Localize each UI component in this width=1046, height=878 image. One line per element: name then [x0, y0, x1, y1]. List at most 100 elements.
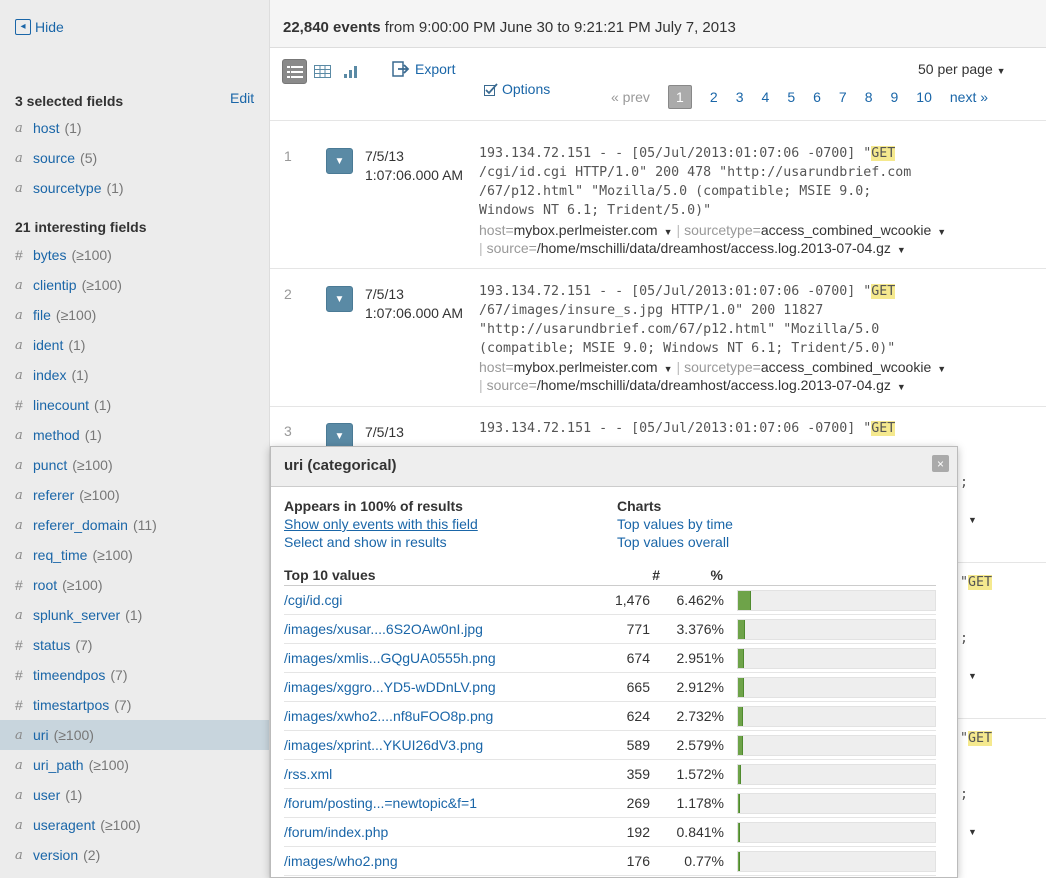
- meta-key: sourcetype=: [684, 222, 761, 238]
- field-item-sourcetype[interactable]: a sourcetype (1): [0, 173, 269, 203]
- chevron-down-icon[interactable]: ▼: [897, 245, 906, 255]
- field-item-status[interactable]: # status (7): [0, 630, 269, 660]
- field-item-bytes[interactable]: # bytes (≥100): [0, 240, 269, 270]
- field-item-ident[interactable]: a ident (1): [0, 330, 269, 360]
- interesting-fields-heading: 21 interesting fields: [15, 219, 147, 235]
- options-button[interactable]: Options: [484, 81, 550, 97]
- options-label: Options: [502, 81, 551, 97]
- value-link[interactable]: /images/xmlis...GQgUA0555h.png: [284, 650, 496, 666]
- show-only-events-link[interactable]: Show only events with this field: [284, 516, 478, 532]
- value-link[interactable]: /images/xprint...YKUI26dV3.png: [284, 737, 483, 753]
- list-view-button[interactable]: [282, 59, 307, 84]
- divider: |: [676, 222, 681, 238]
- value-link[interactable]: /images/xggro...YD5-wDDnLV.png: [284, 679, 496, 695]
- chevron-down-icon[interactable]: ▼: [937, 227, 946, 237]
- select-and-show-link[interactable]: Select and show in results: [284, 534, 447, 550]
- top-values-by-time-link[interactable]: Top values by time: [617, 516, 733, 532]
- field-item-req-time[interactable]: a req_time (≥100): [0, 540, 269, 570]
- expand-icon[interactable]: ▼: [326, 148, 353, 174]
- sourcetype-value[interactable]: access_combined_wcookie: [761, 222, 931, 238]
- source-value[interactable]: /home/mschilli/data/dreamhost/access.log…: [537, 377, 891, 393]
- source-value[interactable]: /home/mschilli/data/dreamhost/access.log…: [537, 240, 891, 256]
- value-link[interactable]: /images/who2.png: [284, 853, 398, 869]
- value-percent: 0.77%: [684, 853, 724, 869]
- host-value[interactable]: mybox.perlmeister.com: [514, 359, 658, 375]
- field-item-timestartpos[interactable]: # timestartpos (7): [0, 690, 269, 720]
- field-item-timeendpos[interactable]: # timeendpos (7): [0, 660, 269, 690]
- next-page-link[interactable]: next »: [950, 89, 988, 105]
- field-item-uri-path[interactable]: a uri_path (≥100): [0, 750, 269, 780]
- field-item-user[interactable]: a user (1): [0, 780, 269, 810]
- top-values-overall-link[interactable]: Top values overall: [617, 534, 729, 550]
- per-page-label: 50 per page: [918, 61, 993, 77]
- page-link[interactable]: 3: [736, 89, 744, 105]
- string-field-icon: a: [15, 487, 23, 503]
- page-link[interactable]: 2: [710, 89, 718, 105]
- page-link[interactable]: 10: [916, 89, 932, 105]
- highlighted-term: GET: [871, 284, 896, 299]
- field-item-referer[interactable]: a referer (≥100): [0, 480, 269, 510]
- value-link[interactable]: /rss.xml: [284, 766, 332, 782]
- page-link[interactable]: 9: [891, 89, 899, 105]
- value-row: /images/xggro...YD5-wDDnLV.png 665 2.912%: [284, 673, 936, 702]
- field-item-referer-domain[interactable]: a referer_domain (11): [0, 510, 269, 540]
- string-field-icon: a: [15, 277, 23, 293]
- chevron-down-icon: ▼: [996, 66, 1006, 76]
- field-item-useragent[interactable]: a useragent (≥100): [0, 810, 269, 840]
- chevron-down-icon[interactable]: ▼: [897, 382, 906, 392]
- sourcetype-value[interactable]: access_combined_wcookie: [761, 359, 931, 375]
- field-item-linecount[interactable]: # linecount (1): [0, 390, 269, 420]
- value-link[interactable]: /cgi/id.cgi: [284, 592, 342, 608]
- field-item-source[interactable]: a source (5): [0, 143, 269, 173]
- field-name: uri_path: [33, 757, 84, 773]
- field-summary-popover: uri (categorical) × Appears in 100% of r…: [270, 446, 958, 878]
- page-link[interactable]: 8: [865, 89, 873, 105]
- per-page-select[interactable]: 50 per page ▼: [918, 61, 1006, 77]
- field-item-file[interactable]: a file (≥100): [0, 300, 269, 330]
- chart-view-button[interactable]: [338, 59, 363, 84]
- value-link[interactable]: /images/xwho2....nf8uFOO8p.png: [284, 708, 493, 724]
- page-link[interactable]: 5: [787, 89, 795, 105]
- host-value[interactable]: mybox.perlmeister.com: [514, 222, 658, 238]
- chevron-down-icon[interactable]: ▼: [968, 671, 977, 681]
- table-view-button[interactable]: [310, 59, 335, 84]
- hide-icon: ◂: [15, 19, 31, 35]
- value-row: /rss.xml 359 1.572%: [284, 760, 936, 789]
- chevron-down-icon[interactable]: ▼: [937, 364, 946, 374]
- prev-page-link[interactable]: « prev: [611, 89, 650, 105]
- field-item-uri[interactable]: a uri (≥100): [0, 720, 269, 750]
- chevron-down-icon[interactable]: ▼: [664, 227, 673, 237]
- value-count: 771: [626, 621, 650, 637]
- field-item-index[interactable]: a index (1): [0, 360, 269, 390]
- edit-fields-link[interactable]: Edit: [230, 90, 254, 106]
- hide-sidebar-button[interactable]: ◂ Hide: [15, 19, 64, 35]
- page-link[interactable]: 4: [762, 89, 770, 105]
- string-field-icon: a: [15, 517, 23, 533]
- chevron-down-icon[interactable]: ▼: [968, 827, 977, 837]
- page-link[interactable]: 7: [839, 89, 847, 105]
- field-count: (≥100): [55, 307, 97, 323]
- value-bar: [737, 706, 936, 727]
- field-item-method[interactable]: a method (1): [0, 420, 269, 450]
- page-link[interactable]: 6: [813, 89, 821, 105]
- chevron-down-icon[interactable]: ▼: [664, 364, 673, 374]
- field-item-punct[interactable]: a punct (≥100): [0, 450, 269, 480]
- event-number: 3: [284, 423, 292, 439]
- field-item-host[interactable]: a host (1): [0, 113, 269, 143]
- field-count: (7): [75, 637, 93, 653]
- expand-icon[interactable]: ▼: [326, 286, 353, 312]
- field-item-splunk-server[interactable]: a splunk_server (1): [0, 600, 269, 630]
- value-link[interactable]: /images/xusar....6S2OAw0nI.jpg: [284, 621, 483, 637]
- field-item-version[interactable]: a version (2): [0, 840, 269, 870]
- field-count: (≥100): [79, 487, 120, 503]
- close-icon[interactable]: ×: [932, 455, 949, 472]
- chevron-down-icon[interactable]: ▼: [968, 515, 977, 525]
- value-link[interactable]: /forum/posting...=newtopic&f=1: [284, 795, 477, 811]
- value-link[interactable]: /forum/index.php: [284, 824, 388, 840]
- export-button[interactable]: Export: [392, 61, 455, 77]
- field-count: (≥100): [53, 727, 94, 743]
- field-item-clientip[interactable]: a clientip (≥100): [0, 270, 269, 300]
- field-item-root[interactable]: # root (≥100): [0, 570, 269, 600]
- value-bar-fill: [738, 852, 740, 871]
- string-field-icon: a: [15, 120, 23, 136]
